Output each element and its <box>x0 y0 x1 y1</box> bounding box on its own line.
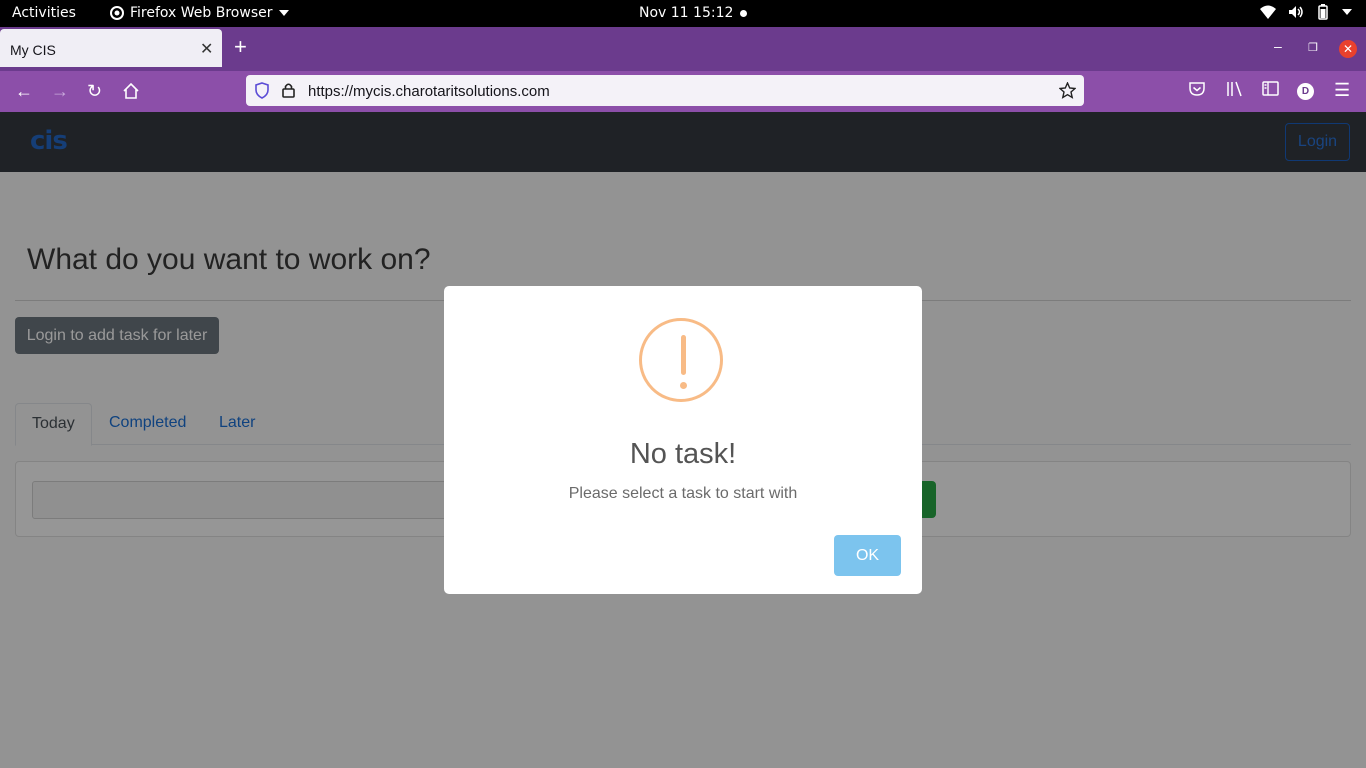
system-top-bar: Activities Firefox Web Browser Nov 11 15… <box>0 0 1366 27</box>
bookmark-star-icon[interactable] <box>1059 82 1076 99</box>
profile-avatar[interactable]: D <box>1297 83 1314 100</box>
home-icon[interactable] <box>123 83 139 99</box>
volume-icon <box>1289 6 1303 18</box>
browser-tab[interactable]: My CIS ✕ <box>0 29 222 67</box>
caret-down-icon <box>278 10 289 16</box>
sidebar-icon[interactable] <box>1262 81 1279 96</box>
hamburger-menu-icon[interactable]: ☰ <box>1334 80 1350 101</box>
alert-dialog: No task! Please select a task to start w… <box>444 286 922 594</box>
library-icon[interactable] <box>1226 81 1243 97</box>
minimize-icon[interactable]: – <box>1274 38 1282 54</box>
window-close-icon[interactable]: ✕ <box>1339 40 1357 58</box>
reload-icon[interactable]: ↻ <box>87 81 102 101</box>
new-tab-icon[interactable]: + <box>234 36 247 58</box>
wifi-icon <box>1260 5 1276 19</box>
clock[interactable]: Nov 11 15:12 <box>639 5 733 21</box>
close-tab-icon[interactable]: ✕ <box>200 39 213 59</box>
forward-icon[interactable]: → <box>51 81 69 101</box>
app-menu[interactable]: Firefox Web Browser <box>110 5 289 21</box>
pocket-icon[interactable] <box>1189 81 1205 97</box>
system-menu-caret-icon <box>1342 9 1352 15</box>
browser-tab-strip: My CIS ✕ + – ❐ ✕ <box>0 27 1366 71</box>
back-icon[interactable]: ← <box>15 81 33 101</box>
dialog-message: Please select a task to start with <box>568 485 798 502</box>
url-bar[interactable]: https://mycis.charotaritsolutions.com <box>246 75 1084 106</box>
system-tray[interactable] <box>1260 4 1352 20</box>
url-text: https://mycis.charotaritsolutions.com <box>308 83 550 100</box>
restore-icon[interactable]: ❐ <box>1308 41 1318 54</box>
battery-icon <box>1318 4 1328 20</box>
ok-button[interactable]: OK <box>834 535 901 576</box>
shield-icon[interactable] <box>255 82 269 99</box>
lock-icon[interactable] <box>282 82 295 98</box>
app-menu-label: Firefox Web Browser <box>130 5 273 21</box>
activities-button[interactable]: Activities <box>12 5 76 21</box>
notification-dot <box>740 10 747 17</box>
firefox-icon <box>110 6 124 20</box>
tab-title: My CIS <box>10 42 56 58</box>
warning-icon <box>639 318 723 402</box>
dialog-title: No task! <box>629 438 737 470</box>
browser-nav-bar: ← → ↻ https://mycis.charotaritsolutions.… <box>0 71 1366 112</box>
